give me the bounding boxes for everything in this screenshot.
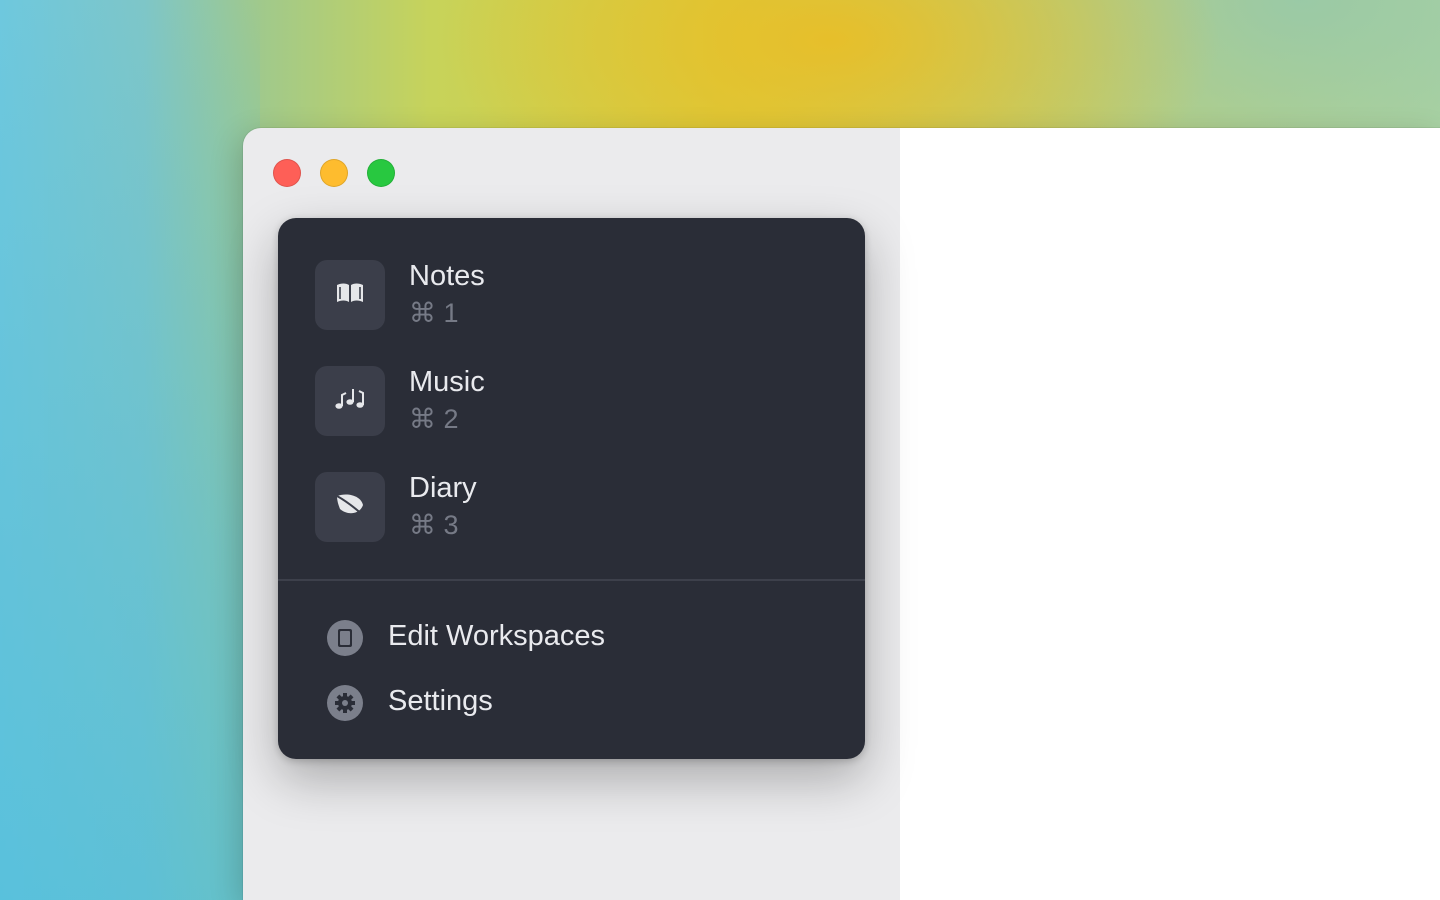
workspace-edit-icon — [326, 619, 364, 657]
settings-button[interactable]: Settings — [326, 682, 826, 726]
edit-workspaces-label: Edit Workspaces — [388, 620, 605, 653]
workspace-item-notes[interactable]: Notes ⌘ 1 — [315, 260, 835, 332]
workspace-shortcut: ⌘ 1 — [409, 298, 459, 329]
content-area — [900, 128, 1440, 900]
edit-workspaces-button[interactable]: Edit Workspaces — [326, 617, 826, 661]
music-notes-icon — [333, 385, 367, 418]
workspace-shortcut: ⌘ 2 — [409, 404, 459, 435]
workspace-tile — [315, 260, 385, 330]
close-button[interactable] — [273, 159, 301, 187]
desktop-wallpaper — [0, 0, 260, 900]
workspace-name: Music — [409, 366, 485, 399]
workspace-tile — [315, 366, 385, 436]
zoom-button[interactable] — [367, 159, 395, 187]
workspace-name: Notes — [409, 260, 485, 293]
workspace-item-diary[interactable]: Diary ⌘ 3 — [315, 472, 835, 544]
book-icon — [335, 281, 365, 310]
workspace-name: Diary — [409, 472, 477, 505]
gear-icon — [326, 684, 364, 722]
leaf-icon — [334, 491, 366, 524]
workspace-switcher-menu: Notes ⌘ 1 Music ⌘ 2 — [278, 218, 865, 759]
settings-label: Settings — [388, 685, 493, 718]
workspace-shortcut: ⌘ 3 — [409, 510, 459, 541]
menu-divider — [278, 579, 865, 581]
workspace-item-music[interactable]: Music ⌘ 2 — [315, 366, 835, 438]
workspace-tile — [315, 472, 385, 542]
minimize-button[interactable] — [320, 159, 348, 187]
